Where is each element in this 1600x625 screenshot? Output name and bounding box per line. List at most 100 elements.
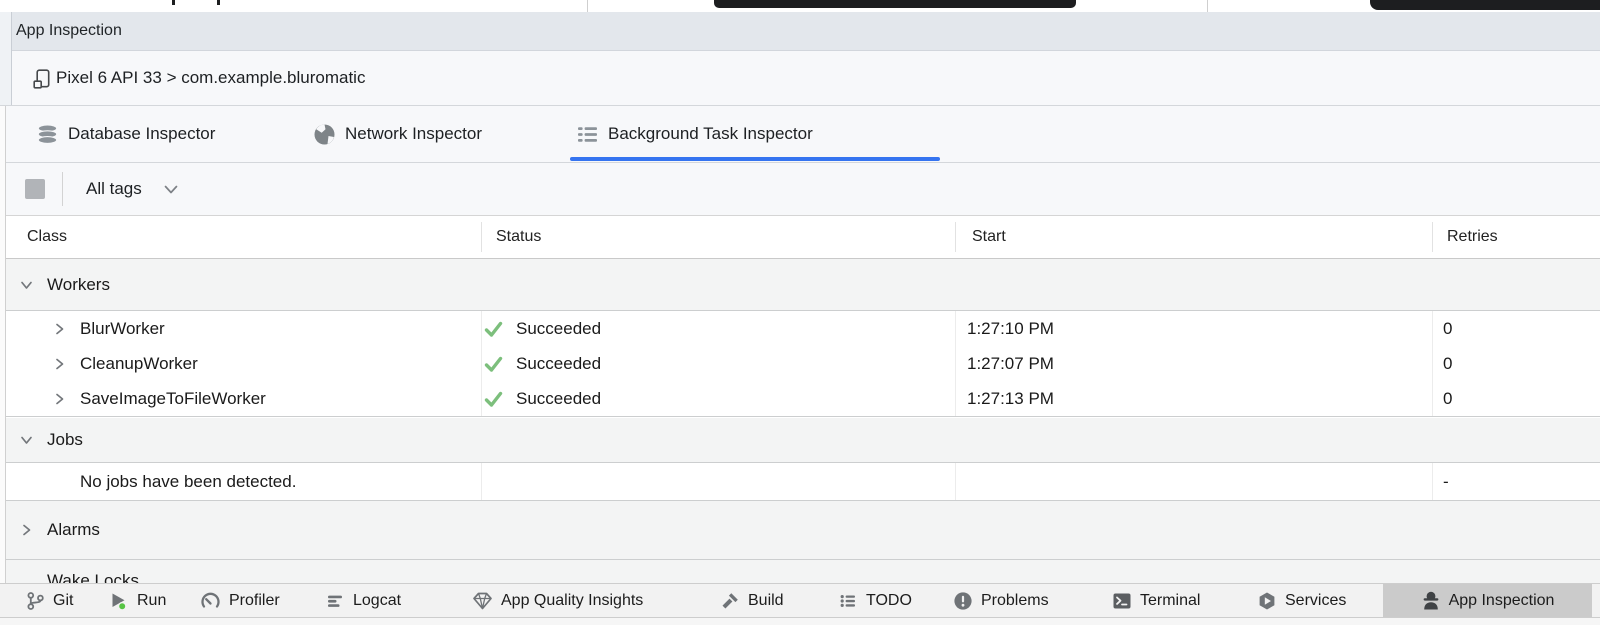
worker-class: BlurWorker [80,311,165,346]
group-row-workers[interactable]: Workers [0,259,1600,311]
chevron-expanded-icon[interactable] [20,278,34,291]
statusbar-item-logcat[interactable]: Logcat [325,584,401,617]
tab-label: Network Inspector [345,124,482,144]
chevron-collapsed-icon[interactable] [53,392,66,406]
tab-background-task-inspector[interactable]: Background Task Inspector [576,106,813,162]
statusbar-item-label: Run [137,592,166,610]
stop-inspection-button[interactable] [25,179,45,199]
task-list-icon [576,123,599,146]
statusbar-item-label: Logcat [353,592,401,610]
terminal-icon [1112,591,1132,611]
success-check-icon [483,353,504,374]
statusbar-item-label: App Inspection [1449,592,1555,610]
statusbar-item-label: Profiler [229,592,280,610]
worker-class: CleanupWorker [80,346,198,381]
tab-label: Database Inspector [68,124,215,144]
tool-window-left-edge [0,106,6,583]
worker-start: 1:27:13 PM [967,381,1054,416]
statusbar-item-app-quality-insights[interactable]: App Quality Insights [472,584,643,617]
statusbar-item-run[interactable]: Run [108,584,166,617]
device-phone-icon [33,69,52,89]
process-selector[interactable]: Pixel 6 API 33 > com.example.bluromatic [56,51,365,105]
logcat-icon [325,591,345,611]
run-icon [108,590,129,611]
cutoff-text-fragment [217,0,220,5]
inspector-tab-bar: Database Inspector Network Inspector Bac… [0,106,1600,163]
tag-filter-dropdown[interactable]: All tags [86,163,142,215]
selected-tab-indicator [570,157,940,161]
globe-icon [313,123,336,146]
group-label: Workers [47,259,110,310]
profiler-icon [200,591,221,611]
services-icon [1257,591,1277,611]
tool-window-header: App Inspection [0,12,1600,51]
table-row-saveimagetofileworker[interactable]: SaveImageToFileWorker Succeeded 1:27:13 … [0,381,1600,417]
worker-status: Succeeded [516,381,601,416]
tab-label: Background Task Inspector [608,124,813,144]
process-selector-bar: Pixel 6 API 33 > com.example.bluromatic [0,51,1600,106]
statusbar-item-label: Build [748,592,784,610]
column-divider[interactable] [955,222,956,252]
editor-cutoff-strip [0,0,1600,12]
statusbar-item-app-inspection[interactable]: App Inspection [1383,584,1592,617]
statusbar-item-label: Services [1285,592,1346,610]
worker-retries: 0 [1443,346,1452,381]
worker-start: 1:27:07 PM [967,346,1054,381]
column-header-class[interactable]: Class [27,216,67,258]
worker-class: SaveImageToFileWorker [80,381,266,416]
statusbar-item-label: App Quality Insights [501,592,643,610]
tool-window-title: App Inspection [16,12,122,50]
group-row-jobs[interactable]: Jobs [0,418,1600,463]
tab-database-inspector[interactable]: Database Inspector [36,106,215,162]
statusbar-item-terminal[interactable]: Terminal [1112,584,1200,617]
statusbar-item-label: Git [53,592,73,610]
column-header-retries[interactable]: Retries [1447,216,1498,258]
statusbar-item-services[interactable]: Services [1257,584,1346,617]
column-header-start[interactable]: Start [972,216,1006,258]
chevron-collapsed-icon[interactable] [20,523,33,537]
group-label: Alarms [47,501,100,559]
statusbar-item-git[interactable]: Git [26,584,73,617]
window-bottom-strip [0,618,1600,625]
column-header-status[interactable]: Status [496,216,541,258]
cutoff-text-fragment [172,0,175,5]
database-icon [36,123,59,146]
worker-start: 1:27:10 PM [967,311,1054,346]
statusbar-item-profiler[interactable]: Profiler [200,584,280,617]
chevron-collapsed-icon[interactable] [53,357,66,371]
table-row-no-jobs[interactable]: No jobs have been detected. - [0,463,1600,501]
app-inspection-icon [1421,590,1441,611]
table-header-row: Class Status Start Retries [0,216,1600,259]
statusbar-item-label: Problems [981,592,1049,610]
table-row-cleanupworker[interactable]: CleanupWorker Succeeded 1:27:07 PM 0 [0,346,1600,381]
table-row-blurworker[interactable]: BlurWorker Succeeded 1:27:10 PM 0 [0,311,1600,346]
app-inspection-tool-window: App Inspection Pixel 6 API 33 > com.exam… [0,0,1600,625]
group-row-wake-locks[interactable]: Wake Locks [0,560,1600,583]
statusbar-item-todo[interactable]: TODO [838,584,912,617]
tab-network-inspector[interactable]: Network Inspector [313,106,482,162]
statusbar-item-label: Terminal [1140,592,1200,610]
worker-status: Succeeded [516,311,601,346]
chevron-collapsed-icon[interactable] [53,322,66,336]
group-label: Jobs [47,418,83,462]
cutoff-dark-bar [1370,0,1600,10]
success-check-icon [483,318,504,339]
statusbar-item-build[interactable]: Build [720,584,784,617]
group-row-alarms[interactable]: Alarms [0,501,1600,560]
chevron-down-icon[interactable] [163,184,179,195]
empty-jobs-retries: - [1443,463,1449,500]
tool-window-left-edge [0,12,12,105]
group-label: Wake Locks [47,571,139,583]
statusbar-item-label: TODO [866,592,912,610]
cutoff-dark-bar [714,0,1076,8]
worker-retries: 0 [1443,311,1452,346]
statusbar-item-problems[interactable]: Problems [953,584,1049,617]
editor-split-divider [1207,0,1208,12]
column-divider[interactable] [481,222,482,252]
git-branch-icon [26,591,45,611]
chevron-expanded-icon[interactable] [20,434,34,447]
gem-icon [472,591,493,611]
column-divider[interactable] [1432,222,1433,252]
worker-status: Succeeded [516,346,601,381]
empty-jobs-message: No jobs have been detected. [80,463,296,500]
